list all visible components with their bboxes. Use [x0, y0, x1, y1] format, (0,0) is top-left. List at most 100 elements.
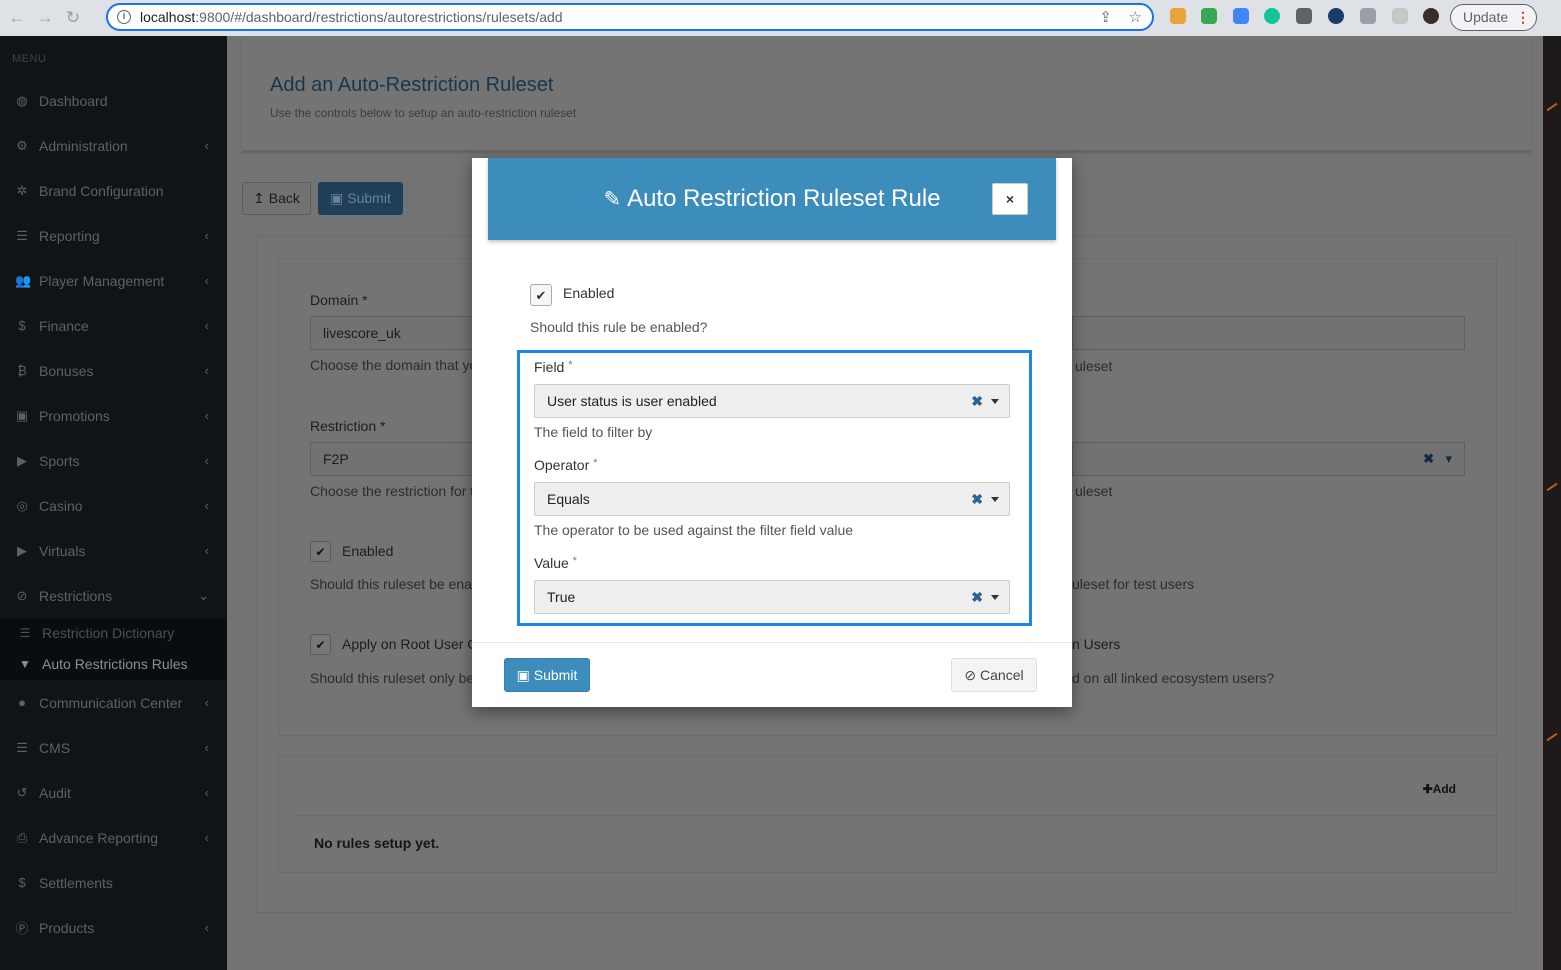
back-icon: ↥: [253, 190, 265, 206]
restriction-select[interactable]: F2P: [310, 442, 485, 476]
sidebar-item-bonuses[interactable]: ₿ Bonuses ‹: [0, 348, 227, 393]
sidebar-item-label: Virtuals: [39, 542, 86, 559]
chevron-down-icon: ⌄: [198, 587, 209, 603]
chevron-left-icon: ‹: [204, 273, 209, 288]
operator-label-text: Operator: [534, 457, 590, 473]
name-input[interactable]: [1072, 316, 1465, 350]
extension-icon[interactable]: [1233, 8, 1249, 24]
sidebar-item-label: Casino: [39, 497, 83, 514]
close-button[interactable]: ×: [992, 183, 1028, 215]
value-label-text: Value: [534, 555, 569, 571]
share-icon[interactable]: ⇪: [1099, 8, 1112, 26]
chevron-left-icon: ‹: [204, 138, 209, 153]
sidebar-item-restrictions[interactable]: ⊘ Restrictions ⌄: [0, 573, 227, 618]
value-select[interactable]: True ✖: [534, 580, 1010, 614]
sidebar-item-label: Brand Configuration: [39, 182, 164, 199]
puzzle-icon[interactable]: [1360, 8, 1376, 24]
sidebar-item-finance[interactable]: $ Finance ‹: [0, 303, 227, 348]
sidebar-item-advance-reporting[interactable]: ⎙ Advance Reporting ‹: [0, 815, 227, 860]
play-circle-icon: ▶: [17, 542, 27, 558]
update-label: Update: [1463, 9, 1509, 25]
modal-cancel-button[interactable]: ⊘ Cancel: [951, 658, 1037, 692]
clear-icon[interactable]: ✖: [971, 385, 983, 417]
reload-icon[interactable]: ↻: [62, 7, 84, 29]
sidebar-item-label: Restriction Dictionary: [42, 625, 175, 641]
sidebar-item-settlements[interactable]: $ Settlements: [0, 860, 227, 905]
site-info-icon[interactable]: i: [117, 10, 131, 24]
back-button[interactable]: ↥ Back: [242, 182, 311, 215]
clear-icon[interactable]: ✖: [971, 483, 983, 515]
url-path: :9800/#/dashboard/restrictions/autorestr…: [195, 9, 563, 25]
sidebar-item-products[interactable]: Ⓟ Products ‹: [0, 905, 227, 950]
avatar[interactable]: [1423, 8, 1439, 24]
sidebar-item-auto-restrictions-rules[interactable]: ▼ Auto Restrictions Rules: [0, 649, 227, 679]
required-mark: *: [593, 457, 598, 469]
sidebar-item-restriction-dictionary[interactable]: ☰ Restriction Dictionary: [0, 618, 227, 648]
linked-users-label: n Users: [1072, 636, 1121, 652]
extension-icon[interactable]: [1328, 8, 1344, 24]
cogs-icon: ⚙: [16, 137, 28, 153]
rule-enabled-hint: Should this rule be enabled?: [530, 319, 708, 335]
sidebar-item-administration[interactable]: ⚙ Administration ‹: [0, 123, 227, 168]
forward-arrow-icon[interactable]: →: [34, 7, 56, 29]
sidebar-item-label: Audit: [39, 784, 71, 801]
url-text[interactable]: localhost:9800/#/dashboard/restrictions/…: [140, 9, 563, 25]
field-select[interactable]: User status is user enabled ✖: [534, 384, 1010, 418]
clear-icon[interactable]: ✖: [971, 581, 983, 613]
plus-icon: ✚: [1422, 782, 1433, 796]
grammarly-icon[interactable]: [1264, 8, 1280, 24]
secondary-hint: uleset: [1075, 483, 1113, 499]
sidebar-item-player-management[interactable]: 👥 Player Management ‹: [0, 258, 227, 303]
field-value: User status is user enabled: [547, 393, 717, 409]
enabled-checkbox[interactable]: ✔: [310, 541, 331, 562]
domain-hint: Choose the domain that yo: [310, 357, 478, 373]
domain-select[interactable]: livescore_uk: [310, 316, 485, 350]
chevron-left-icon: ‹: [204, 408, 209, 423]
bitcoin-icon: ₿: [17, 363, 27, 378]
product-icon: Ⓟ: [15, 921, 29, 936]
page-submit-button[interactable]: ▣ Submit: [318, 182, 403, 215]
sidebar-item-dashboard[interactable]: ◍ Dashboard: [0, 78, 227, 123]
secondary-select[interactable]: ✖ ▾: [1072, 442, 1465, 476]
sidebar-item-sports[interactable]: ▶ Sports ‹: [0, 438, 227, 483]
sidebar-item-casino[interactable]: ◎ Casino ‹: [0, 483, 227, 528]
rule-modal: ✎ Auto Restriction Ruleset Rule × ✔ Enabl…: [472, 158, 1072, 707]
extension-icon[interactable]: [1170, 8, 1186, 24]
address-bar[interactable]: i localhost:9800/#/dashboard/restriction…: [106, 3, 1154, 31]
sidepanel-icon[interactable]: [1392, 8, 1408, 24]
sidebar-item-label: Bonuses: [39, 362, 94, 379]
gear-icon: ✲: [16, 182, 28, 198]
bookmark-star-icon[interactable]: ☆: [1129, 8, 1142, 26]
sidebar-item-brand-configuration[interactable]: ✲ Brand Configuration: [0, 168, 227, 213]
sidebar-item-cms[interactable]: ☰ CMS ‹: [0, 725, 227, 770]
operator-label: Operator *: [534, 457, 597, 473]
sidebar-item-label: Products: [39, 919, 95, 936]
apply-root-label: Apply on Root User C: [342, 636, 478, 652]
clear-icon[interactable]: ✖: [1423, 443, 1434, 475]
pencil-icon: ✎: [603, 188, 622, 211]
chevron-left-icon: ‹: [204, 543, 209, 558]
sidebar-item-label: Restrictions: [39, 587, 113, 604]
extension-icon[interactable]: [1296, 8, 1312, 24]
restriction-label: Restriction *: [310, 418, 386, 434]
modal-submit-button[interactable]: ▣ Submit: [504, 658, 590, 692]
add-rule-link[interactable]: ✚Add: [1423, 782, 1456, 796]
comment-icon: ●: [18, 695, 26, 710]
enabled-label: Enabled: [342, 543, 394, 559]
apply-root-checkbox[interactable]: ✔: [310, 634, 331, 655]
operator-select[interactable]: Equals ✖: [534, 482, 1010, 516]
sidebar-item-communication-center[interactable]: ● Communication Center ‹: [0, 680, 227, 725]
sidebar-item-reporting[interactable]: ☰ Reporting ‹: [0, 213, 227, 258]
back-arrow-icon[interactable]: ←: [6, 7, 28, 29]
background-stripe: [1546, 732, 1558, 742]
drive-icon[interactable]: [1201, 8, 1217, 24]
divider: [297, 815, 1496, 816]
rule-enabled-checkbox[interactable]: ✔: [530, 284, 552, 306]
sidebar-item-virtuals[interactable]: ▶ Virtuals ‹: [0, 528, 227, 573]
sidebar-item-label: Administration: [39, 137, 128, 154]
update-button[interactable]: Update ⋮: [1450, 4, 1537, 31]
modal-header: ✎ Auto Restriction Ruleset Rule ×: [488, 158, 1056, 240]
sidebar-item-promotions[interactable]: ▣ Promotions ‹: [0, 393, 227, 438]
page-header: Add an Auto-Restriction Ruleset Use the …: [242, 36, 1531, 151]
sidebar-item-audit[interactable]: ↺ Audit ‹: [0, 770, 227, 815]
